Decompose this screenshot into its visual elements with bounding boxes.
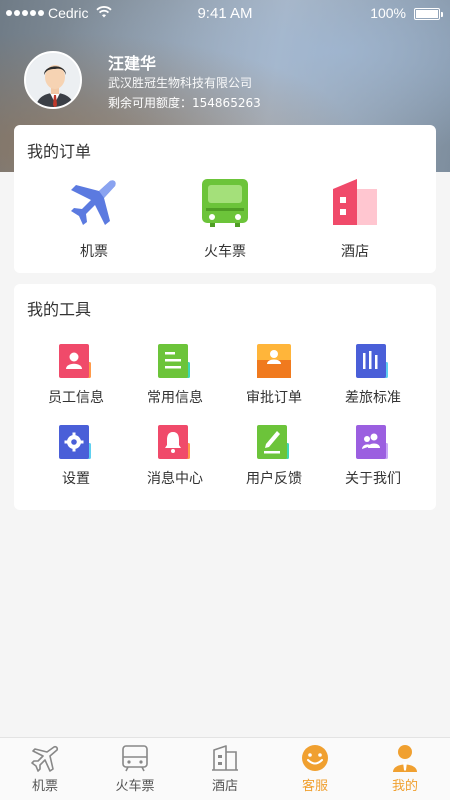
user-name: 汪建华 — [108, 54, 157, 73]
tab-train[interactable]: 火车票 — [90, 744, 180, 794]
credit-label: 剩余可用额度： — [108, 96, 193, 110]
status-bar: Cedric 9:41 AM 100% — [0, 0, 450, 28]
approve-order-icon — [257, 344, 291, 378]
credit-line: 剩余可用额度：154865263 — [108, 94, 261, 111]
tool-about-us-label: 关于我们 — [345, 471, 401, 487]
tool-employee-info[interactable]: 员工信息 — [26, 342, 126, 407]
tool-travel-standard[interactable]: 差旅标准 — [323, 342, 423, 407]
order-hotel-button[interactable]: 酒店 — [300, 175, 410, 261]
settings-icon — [59, 425, 91, 459]
tool-employee-info-label: 员工信息 — [48, 390, 104, 406]
order-hotel-label: 酒店 — [341, 244, 369, 260]
tab-train-label: 火车票 — [115, 779, 155, 794]
user-company: 武汉胜冠生物科技有限公司 — [108, 76, 253, 90]
customer-service-tab-icon — [302, 745, 328, 771]
battery-percentage: 100% — [370, 5, 406, 21]
tool-approve-order-label: 审批订单 — [246, 390, 302, 406]
credit-value: 154865263 — [192, 96, 261, 110]
tab-flight[interactable]: 机票 — [0, 744, 90, 794]
tab-profile[interactable]: 我的 — [360, 744, 450, 794]
tab-flight-label: 机票 — [31, 779, 58, 794]
order-flight-label: 机票 — [80, 244, 108, 260]
tool-settings[interactable]: 设置 — [26, 423, 126, 488]
tool-travel-standard-label: 差旅标准 — [345, 390, 401, 406]
tool-common-info-label: 常用信息 — [147, 390, 203, 406]
tool-message-center-label: 消息中心 — [147, 471, 203, 487]
message-center-icon — [158, 425, 190, 459]
tab-hotel[interactable]: 酒店 — [180, 744, 270, 794]
order-flight-button[interactable]: 机票 — [39, 175, 149, 261]
tool-settings-label: 设置 — [62, 471, 90, 487]
tool-feedback-label: 用户反馈 — [246, 471, 302, 487]
my-tools-title: 我的工具 — [27, 300, 92, 319]
common-info-icon — [158, 344, 190, 378]
order-train-button[interactable]: 火车票 — [170, 175, 280, 261]
travel-standard-icon — [356, 344, 388, 378]
user-avatar-icon — [26, 53, 80, 107]
tab-customer-service[interactable]: 客服 — [270, 744, 360, 794]
tab-profile-label: 我的 — [391, 779, 418, 794]
tool-approve-order[interactable]: 审批订单 — [224, 342, 324, 407]
my-orders-card: 我的订单 机票 火车票 酒店 — [14, 125, 436, 273]
train-icon — [202, 179, 248, 227]
battery-icon — [414, 8, 443, 20]
airplane-icon — [71, 180, 116, 225]
profile-tab-icon — [393, 745, 417, 772]
avatar[interactable] — [24, 51, 82, 109]
train-tab-icon — [122, 745, 148, 772]
about-us-icon — [356, 425, 388, 459]
tab-customer-service-label: 客服 — [301, 779, 328, 794]
tool-common-info[interactable]: 常用信息 — [125, 342, 225, 407]
my-tools-card: 我的工具 员工信息 常用信息 审批订单 差旅标准 设置 消息中心 用户反馈 关于… — [14, 284, 436, 510]
bottom-tab-bar: 机票 火车票 酒店 客服 我的 — [0, 737, 450, 800]
tool-feedback[interactable]: 用户反馈 — [224, 423, 324, 488]
hotel-icon — [333, 179, 377, 225]
tab-hotel-label: 酒店 — [211, 779, 238, 794]
tool-about-us[interactable]: 关于我们 — [323, 423, 423, 488]
order-train-label: 火车票 — [204, 244, 246, 260]
airplane-tab-icon — [31, 745, 59, 772]
feedback-icon — [257, 425, 289, 459]
employee-info-icon — [59, 344, 91, 378]
my-orders-title: 我的订单 — [27, 142, 92, 161]
tool-message-center[interactable]: 消息中心 — [125, 423, 225, 488]
hotel-tab-icon — [212, 745, 238, 771]
